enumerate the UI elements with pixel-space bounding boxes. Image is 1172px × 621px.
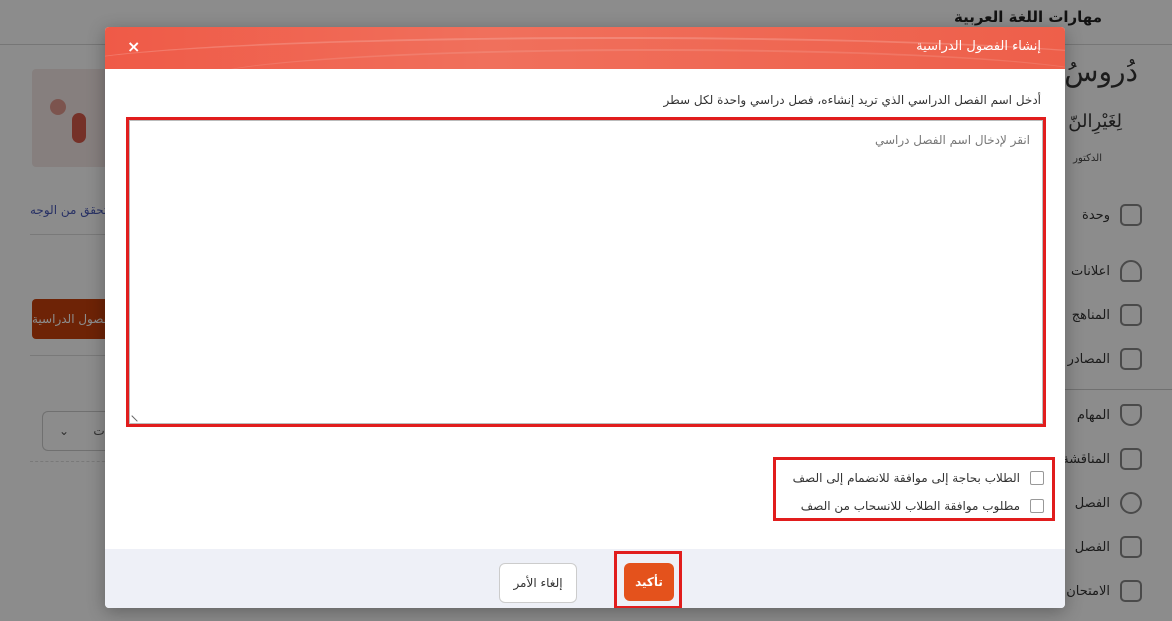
join-approval-checkbox[interactable]: [1030, 471, 1044, 485]
class-names-input[interactable]: [129, 120, 1043, 424]
class-names-area: [126, 117, 1046, 427]
approval-options: الطلاب بحاجة إلى موافقة للانضمام إلى الص…: [773, 457, 1055, 521]
dialog-title: إنشاء الفصول الدراسية: [916, 39, 1041, 54]
withdraw-approval-label: مطلوب موافقة الطلاب للانسحاب من الصف: [800, 499, 1020, 513]
create-classes-dialog: إنشاء الفصول الدراسية × أدخل اسم الفصل ا…: [105, 27, 1065, 608]
dialog-header: إنشاء الفصول الدراسية ×: [105, 27, 1065, 69]
confirm-highlight: تأكيد: [614, 551, 682, 608]
withdraw-approval-option[interactable]: مطلوب موافقة الطلاب للانسحاب من الصف: [776, 492, 1044, 520]
close-icon[interactable]: ×: [127, 37, 140, 57]
instruction-text: أدخل اسم الفصل الدراسي الذي تريد إنشاءه،…: [663, 93, 1041, 107]
join-approval-option[interactable]: الطلاب بحاجة إلى موافقة للانضمام إلى الص…: [776, 464, 1044, 492]
cancel-button[interactable]: إلغاء الأمر: [499, 563, 577, 603]
join-approval-label: الطلاب بحاجة إلى موافقة للانضمام إلى الص…: [792, 471, 1020, 485]
withdraw-approval-checkbox[interactable]: [1030, 499, 1044, 513]
dialog-footer: إلغاء الأمر تأكيد: [105, 549, 1065, 608]
confirm-button[interactable]: تأكيد: [624, 563, 674, 601]
